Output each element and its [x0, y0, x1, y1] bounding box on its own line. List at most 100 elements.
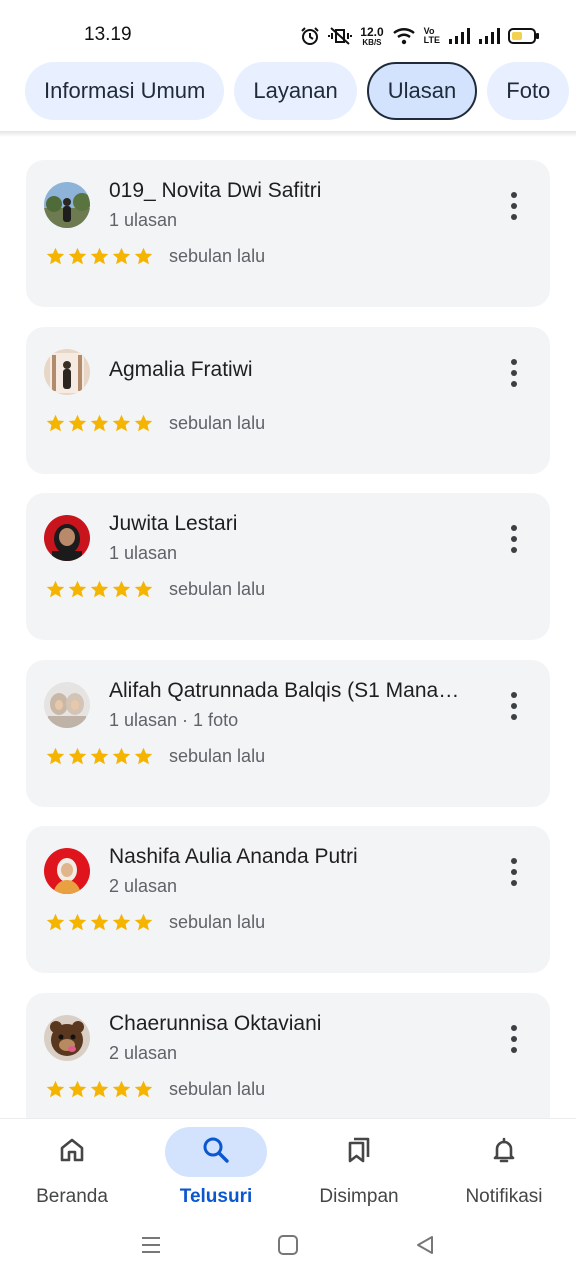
nav-label: Beranda	[36, 1186, 108, 1207]
star-icon	[112, 580, 131, 598]
reviewer-name[interactable]: 019_ Novita Dwi Safitri	[109, 179, 489, 203]
tab-layanan[interactable]: Layanan	[234, 62, 357, 120]
mute-vibrate-icon	[328, 26, 353, 46]
more-options-button[interactable]	[504, 688, 524, 724]
home-button[interactable]	[273, 1232, 303, 1262]
status-icons: 12.0 KB/S Vo LTE	[300, 22, 540, 50]
review-time: sebulan lalu	[169, 579, 266, 599]
review-list: 019_ Novita Dwi Safitri 1 ulasan sebulan…	[26, 160, 550, 1159]
avatar[interactable]	[44, 515, 90, 561]
reviewer-name[interactable]: Nashifa Aulia Ananda Putri	[109, 845, 489, 869]
star-icon	[90, 580, 109, 598]
avatar[interactable]	[44, 1014, 90, 1061]
star-icon	[134, 1080, 153, 1097]
back-button[interactable]	[410, 1232, 440, 1262]
tab-bar: Informasi Umum Layanan Ulasan Foto	[0, 62, 576, 132]
avatar[interactable]	[44, 348, 90, 395]
bell-icon	[489, 1135, 519, 1170]
reviewer-meta: 1 ulasan	[109, 210, 178, 230]
star-icon	[46, 1080, 65, 1097]
star-icon	[46, 913, 65, 931]
rating-row: sebulan lalu	[45, 746, 265, 767]
nav-pill	[165, 1127, 267, 1177]
rating-row: sebulan lalu	[45, 413, 265, 434]
nav-pill	[21, 1127, 123, 1177]
star-rating	[45, 746, 154, 767]
more-options-button[interactable]	[504, 355, 524, 391]
star-icon	[112, 1080, 131, 1097]
nav-telusuri[interactable]: Telusuri	[144, 1119, 288, 1219]
star-icon	[134, 414, 153, 431]
star-icon	[68, 580, 87, 598]
tab-informasi-umum[interactable]: Informasi Umum	[25, 62, 225, 120]
search-icon	[201, 1135, 231, 1170]
review-time: sebulan lalu	[169, 1078, 266, 1099]
signal-icon	[448, 27, 470, 45]
star-rating	[45, 246, 154, 267]
nav-notifikasi[interactable]: Notifikasi	[432, 1119, 576, 1219]
rating-row: sebulan lalu	[45, 246, 265, 267]
star-icon	[46, 747, 65, 764]
rating-row: sebulan lalu	[45, 1079, 265, 1100]
review-card: Nashifa Aulia Ananda Putri 2 ulasan sebu…	[26, 826, 550, 973]
avatar[interactable]	[44, 848, 90, 894]
reviewer-name[interactable]: Agmalia Fratiwi	[109, 358, 489, 382]
review-card: Agmalia Fratiwi sebulan lalu	[26, 326, 550, 474]
star-rating	[45, 912, 154, 933]
nav-label: Telusuri	[179, 1186, 253, 1207]
star-icon	[112, 414, 131, 431]
home-icon	[57, 1135, 87, 1170]
signal-icon-2	[478, 27, 500, 45]
reviewer-meta: 1 ulasan	[109, 543, 178, 563]
system-navigation-bar	[0, 1218, 576, 1280]
more-options-button[interactable]	[504, 854, 524, 890]
avatar[interactable]	[44, 681, 90, 728]
star-icon	[68, 747, 87, 764]
nav-disimpan[interactable]: Disimpan	[287, 1119, 431, 1219]
reviewer-meta: 2 ulasan	[109, 1042, 178, 1063]
bottom-navigation: Beranda Telusuri Disimpan Notifikasi	[0, 1118, 576, 1218]
star-icon	[46, 247, 65, 265]
star-icon	[134, 913, 153, 931]
nav-pill	[453, 1127, 555, 1177]
star-icon	[134, 747, 153, 764]
more-options-button[interactable]	[504, 1021, 524, 1057]
star-icon	[68, 414, 87, 431]
status-bar: 13.19 12.0 KB/S Vo LTE	[0, 0, 576, 62]
nav-beranda[interactable]: Beranda	[0, 1119, 144, 1219]
star-rating	[45, 1079, 154, 1100]
rating-row: sebulan lalu	[45, 912, 265, 933]
star-icon	[90, 1080, 109, 1097]
reviewer-meta: 1 ulasan · 1 foto	[109, 709, 239, 730]
star-icon	[68, 247, 87, 265]
star-icon	[90, 747, 109, 764]
rating-row: sebulan lalu	[45, 579, 265, 600]
reviewer-name[interactable]: Chaerunnisa Oktaviani	[109, 1012, 489, 1036]
review-card: Juwita Lestari 1 ulasan sebulan lalu	[26, 493, 550, 640]
wifi-icon	[392, 26, 416, 46]
avatar[interactable]	[44, 182, 90, 228]
back-triangle-icon	[414, 1234, 436, 1261]
tab-ulasan[interactable]: Ulasan	[366, 62, 478, 120]
star-icon	[68, 1080, 87, 1097]
reviewer-name[interactable]: Alifah Qatrunnada Balqis (S1 Mana…	[109, 679, 489, 703]
star-icon	[90, 247, 109, 265]
tab-foto[interactable]: Foto	[487, 62, 570, 120]
more-options-button[interactable]	[504, 521, 524, 557]
nav-pill	[308, 1127, 410, 1177]
tab-bar-shadow	[0, 131, 576, 137]
star-icon	[46, 580, 65, 598]
star-icon	[68, 913, 87, 931]
alarm-icon	[300, 26, 320, 46]
recents-button[interactable]	[136, 1232, 166, 1262]
nav-label: Disimpan	[319, 1186, 399, 1207]
network-speed: 12.0 KB/S	[360, 24, 384, 47]
reviewer-name[interactable]: Juwita Lestari	[109, 512, 489, 536]
reviewer-meta: 2 ulasan	[109, 876, 178, 896]
review-time: sebulan lalu	[169, 745, 266, 766]
review-time: sebulan lalu	[169, 912, 266, 932]
nav-label: Notifikasi	[465, 1186, 543, 1207]
star-rating	[45, 413, 154, 434]
more-options-button[interactable]	[504, 188, 524, 224]
star-icon	[112, 247, 131, 265]
